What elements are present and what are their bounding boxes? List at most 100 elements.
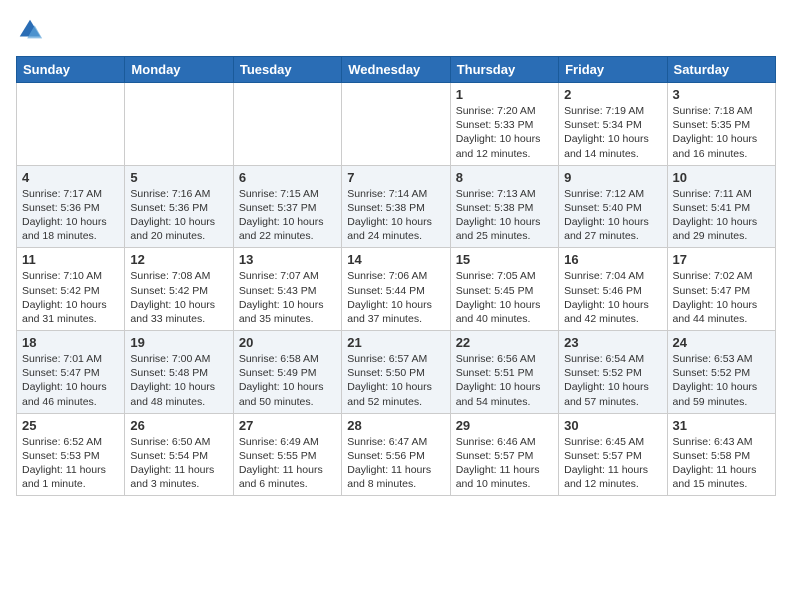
calendar-cell: 3 Sunrise: 7:18 AM Sunset: 5:35 PM Daylig… [667,83,775,166]
day-number: 19 [130,335,227,350]
day-info: Sunrise: 7:19 AM Sunset: 5:34 PM Dayligh… [564,104,661,161]
day-info: Sunrise: 7:08 AM Sunset: 5:42 PM Dayligh… [130,269,227,326]
day-info: Sunrise: 7:11 AM Sunset: 5:41 PM Dayligh… [673,187,770,244]
calendar-cell [125,83,233,166]
day-number: 2 [564,87,661,102]
calendar-cell: 29Sunrise: 6:46 AM Sunset: 5:57 PM Dayli… [450,413,558,496]
day-info: Sunrise: 7:13 AM Sunset: 5:38 PM Dayligh… [456,187,553,244]
calendar-cell: 22 Sunrise: 6:56 AM Sunset: 5:51 PM Dayli… [450,331,558,414]
day-info: Sunrise: 6:52 AM Sunset: 5:53 PM Dayligh… [22,435,119,492]
weekday-header-monday: Monday [125,57,233,83]
calendar-cell: 31 Sunrise: 6:43 AM Sunset: 5:58 PM Dayli… [667,413,775,496]
day-info: Sunrise: 7:05 AM Sunset: 5:45 PM Dayligh… [456,269,553,326]
calendar-cell: 5 Sunrise: 7:16 AM Sunset: 5:36 PM Daylig… [125,165,233,248]
calendar-week-3: 11 Sunrise: 7:10 AM Sunset: 5:42 PM Dayli… [17,248,776,331]
day-info: Sunrise: 7:18 AM Sunset: 5:35 PM Dayligh… [673,104,770,161]
calendar-week-4: 18Sunrise: 7:01 AM Sunset: 5:47 PM Dayli… [17,331,776,414]
calendar-week-1: 1 Sunrise: 7:20 AM Sunset: 5:33 PM Daylig… [17,83,776,166]
calendar-cell: 2 Sunrise: 7:19 AM Sunset: 5:34 PM Daylig… [559,83,667,166]
calendar-cell [17,83,125,166]
calendar-cell: 12 Sunrise: 7:08 AM Sunset: 5:42 PM Dayli… [125,248,233,331]
day-number: 16 [564,252,661,267]
day-info: Sunrise: 6:53 AM Sunset: 5:52 PM Dayligh… [673,352,770,409]
calendar-cell: 17 Sunrise: 7:02 AM Sunset: 5:47 PM Dayli… [667,248,775,331]
day-number: 13 [239,252,336,267]
day-number: 28 [347,418,444,433]
calendar-cell: 15 Sunrise: 7:05 AM Sunset: 5:45 PM Dayli… [450,248,558,331]
calendar-week-2: 4 Sunrise: 7:17 AM Sunset: 5:36 PM Daylig… [17,165,776,248]
calendar-cell: 10 Sunrise: 7:11 AM Sunset: 5:41 PM Dayli… [667,165,775,248]
logo [16,16,48,44]
day-number: 24 [673,335,770,350]
day-number: 8 [456,170,553,185]
day-info: Sunrise: 6:58 AM Sunset: 5:49 PM Dayligh… [239,352,336,409]
day-number: 4 [22,170,119,185]
calendar-cell: 21Sunrise: 6:57 AM Sunset: 5:50 PM Dayli… [342,331,450,414]
calendar-cell: 26 Sunrise: 6:50 AM Sunset: 5:54 PM Dayli… [125,413,233,496]
day-info: Sunrise: 7:01 AM Sunset: 5:47 PM Dayligh… [22,352,119,409]
day-info: Sunrise: 6:49 AM Sunset: 5:55 PM Dayligh… [239,435,336,492]
calendar-cell: 20Sunrise: 6:58 AM Sunset: 5:49 PM Dayli… [233,331,341,414]
day-number: 26 [130,418,227,433]
calendar-cell: 13Sunrise: 7:07 AM Sunset: 5:43 PM Dayli… [233,248,341,331]
day-info: Sunrise: 6:45 AM Sunset: 5:57 PM Dayligh… [564,435,661,492]
calendar-cell: 16 Sunrise: 7:04 AM Sunset: 5:46 PM Dayli… [559,248,667,331]
day-info: Sunrise: 6:56 AM Sunset: 5:51 PM Dayligh… [456,352,553,409]
calendar-cell [342,83,450,166]
day-number: 14 [347,252,444,267]
weekday-header-thursday: Thursday [450,57,558,83]
day-number: 12 [130,252,227,267]
calendar-cell: 6 Sunrise: 7:15 AM Sunset: 5:37 PM Daylig… [233,165,341,248]
calendar-cell: 7Sunrise: 7:14 AM Sunset: 5:38 PM Daylig… [342,165,450,248]
day-number: 17 [673,252,770,267]
day-number: 31 [673,418,770,433]
calendar-week-5: 25 Sunrise: 6:52 AM Sunset: 5:53 PM Dayli… [17,413,776,496]
day-number: 15 [456,252,553,267]
day-number: 6 [239,170,336,185]
day-info: Sunrise: 7:10 AM Sunset: 5:42 PM Dayligh… [22,269,119,326]
calendar-cell: 11 Sunrise: 7:10 AM Sunset: 5:42 PM Dayli… [17,248,125,331]
day-info: Sunrise: 6:47 AM Sunset: 5:56 PM Dayligh… [347,435,444,492]
day-number: 22 [456,335,553,350]
day-info: Sunrise: 7:04 AM Sunset: 5:46 PM Dayligh… [564,269,661,326]
day-info: Sunrise: 6:50 AM Sunset: 5:54 PM Dayligh… [130,435,227,492]
day-number: 29 [456,418,553,433]
day-info: Sunrise: 7:14 AM Sunset: 5:38 PM Dayligh… [347,187,444,244]
calendar-cell: 9 Sunrise: 7:12 AM Sunset: 5:40 PM Daylig… [559,165,667,248]
calendar-table: SundayMondayTuesdayWednesdayThursdayFrid… [16,56,776,496]
day-number: 1 [456,87,553,102]
day-info: Sunrise: 6:54 AM Sunset: 5:52 PM Dayligh… [564,352,661,409]
day-number: 25 [22,418,119,433]
weekday-header-saturday: Saturday [667,57,775,83]
calendar-cell: 4 Sunrise: 7:17 AM Sunset: 5:36 PM Daylig… [17,165,125,248]
calendar-cell: 18Sunrise: 7:01 AM Sunset: 5:47 PM Dayli… [17,331,125,414]
day-number: 3 [673,87,770,102]
weekday-header-sunday: Sunday [17,57,125,83]
weekday-header-row: SundayMondayTuesdayWednesdayThursdayFrid… [17,57,776,83]
day-number: 21 [347,335,444,350]
day-info: Sunrise: 7:15 AM Sunset: 5:37 PM Dayligh… [239,187,336,244]
weekday-header-friday: Friday [559,57,667,83]
weekday-header-tuesday: Tuesday [233,57,341,83]
day-number: 30 [564,418,661,433]
day-number: 5 [130,170,227,185]
day-info: Sunrise: 7:12 AM Sunset: 5:40 PM Dayligh… [564,187,661,244]
calendar-cell: 8 Sunrise: 7:13 AM Sunset: 5:38 PM Daylig… [450,165,558,248]
calendar-cell: 25 Sunrise: 6:52 AM Sunset: 5:53 PM Dayli… [17,413,125,496]
day-number: 9 [564,170,661,185]
day-number: 27 [239,418,336,433]
calendar-cell: 30 Sunrise: 6:45 AM Sunset: 5:57 PM Dayli… [559,413,667,496]
calendar-cell: 27 Sunrise: 6:49 AM Sunset: 5:55 PM Dayli… [233,413,341,496]
day-number: 10 [673,170,770,185]
day-info: Sunrise: 7:02 AM Sunset: 5:47 PM Dayligh… [673,269,770,326]
day-info: Sunrise: 6:43 AM Sunset: 5:58 PM Dayligh… [673,435,770,492]
day-info: Sunrise: 7:17 AM Sunset: 5:36 PM Dayligh… [22,187,119,244]
calendar-cell: 28 Sunrise: 6:47 AM Sunset: 5:56 PM Dayli… [342,413,450,496]
day-info: Sunrise: 7:16 AM Sunset: 5:36 PM Dayligh… [130,187,227,244]
day-number: 11 [22,252,119,267]
day-info: Sunrise: 7:20 AM Sunset: 5:33 PM Dayligh… [456,104,553,161]
day-info: Sunrise: 7:00 AM Sunset: 5:48 PM Dayligh… [130,352,227,409]
calendar-cell: 19 Sunrise: 7:00 AM Sunset: 5:48 PM Dayli… [125,331,233,414]
calendar-cell: 14Sunrise: 7:06 AM Sunset: 5:44 PM Dayli… [342,248,450,331]
calendar-cell [233,83,341,166]
